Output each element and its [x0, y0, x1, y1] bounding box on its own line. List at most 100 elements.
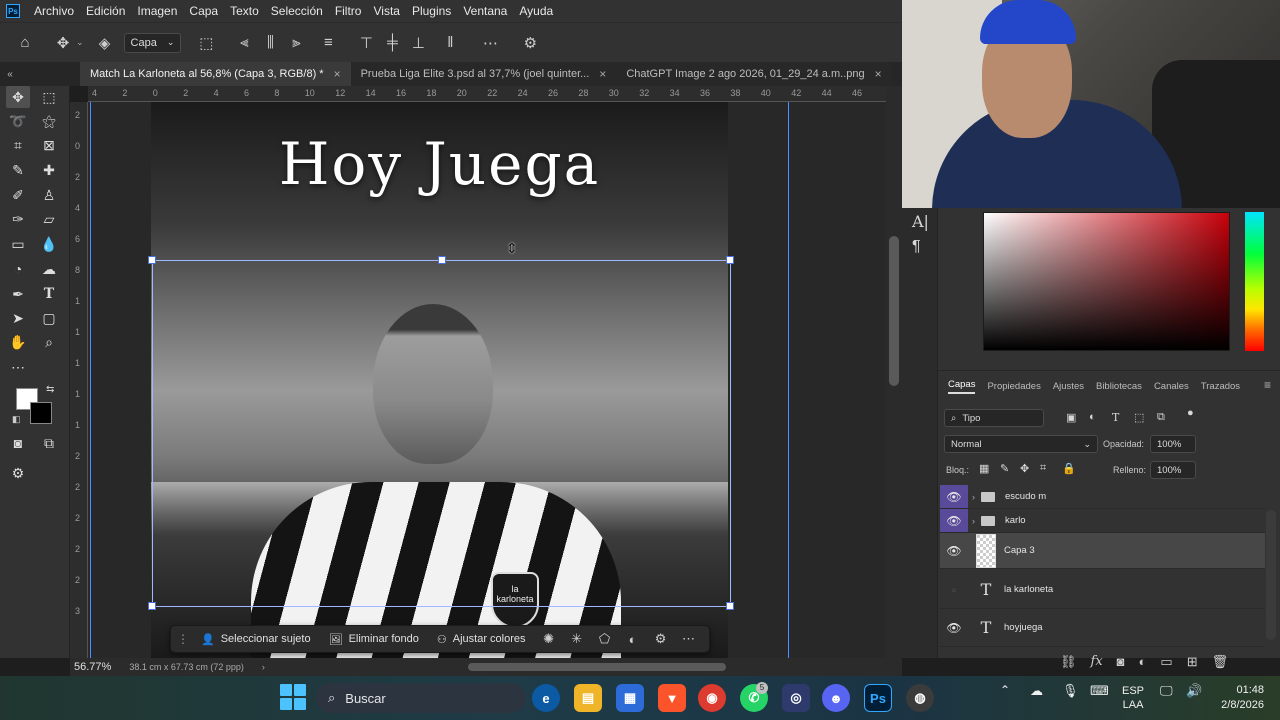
photoshop-taskbar-icon[interactable]: Ps: [864, 684, 892, 712]
menu-imagen[interactable]: Imagen: [131, 4, 183, 18]
menu-plugins[interactable]: Plugins: [406, 4, 457, 18]
more-options-icon[interactable]: ⋯: [678, 631, 700, 647]
hand-tool-icon[interactable]: ✋: [6, 331, 30, 353]
new-group-icon[interactable]: ▭: [1160, 654, 1172, 670]
menu-texto[interactable]: Texto: [224, 4, 265, 18]
distribute-icon[interactable]: ≡: [315, 34, 341, 51]
link-layers-icon[interactable]: ⛓: [1060, 654, 1077, 670]
microphone-icon[interactable]: 🎙: [1062, 683, 1079, 699]
gear-icon[interactable]: ⚙: [517, 34, 543, 52]
taskbar-search-box[interactable]: ⌕ Buscar: [316, 683, 526, 713]
layer-name[interactable]: Capa 3: [1004, 545, 1035, 556]
blur-tool-icon[interactable]: 💧: [37, 233, 61, 255]
add-mask-icon[interactable]: ◙: [1117, 654, 1125, 670]
menu-ventana[interactable]: Ventana: [457, 4, 513, 18]
menu-filtro[interactable]: Filtro: [329, 4, 368, 18]
close-icon[interactable]: ×: [875, 67, 882, 81]
layer-name[interactable]: la karloneta: [1004, 584, 1053, 595]
pen-tool-icon[interactable]: ✒: [6, 283, 30, 305]
adjust-colors-button[interactable]: ⚇ Ajustar colores: [431, 628, 532, 650]
menu-archivo[interactable]: Archivo: [28, 4, 80, 18]
align-vcenter-icon[interactable]: ╪: [379, 34, 405, 51]
home-icon[interactable]: ⌂: [12, 34, 38, 51]
filter-pixel-icon[interactable]: ▣: [1066, 411, 1076, 424]
canvas-vertical-scrollbar[interactable]: [886, 86, 902, 658]
canvas-horizontal-scrollbar[interactable]: [350, 660, 880, 674]
close-icon[interactable]: ×: [334, 67, 341, 81]
move-tool-icon[interactable]: ✥: [6, 86, 30, 108]
transform-controls-icon[interactable]: ⬚: [193, 34, 219, 52]
file-explorer-icon[interactable]: ▤: [574, 684, 602, 712]
eraser-tool-icon[interactable]: ▱: [37, 208, 61, 230]
history-brush-tool-icon[interactable]: ✑: [6, 208, 30, 230]
canvas-workspace[interactable]: Hoy Juega la karloneta ⇕ ⋮ 👤 Seleccionar…: [88, 102, 886, 658]
keyboard-icon[interactable]: ⌨: [1090, 683, 1109, 699]
paragraph-panel-icon[interactable]: ¶: [912, 238, 921, 256]
edge-browser-icon[interactable]: e: [532, 684, 560, 712]
visibility-eye-icon[interactable]: 👁: [940, 485, 968, 508]
tab-capas[interactable]: Capas: [948, 379, 976, 394]
layers-scrollbar[interactable]: [1266, 510, 1276, 640]
lock-position-icon[interactable]: ✥: [1020, 462, 1029, 475]
smudge-tool-icon[interactable]: ☁: [37, 258, 61, 280]
align-bottom-icon[interactable]: ⊥: [405, 34, 431, 52]
menu-edicion[interactable]: Edición: [80, 4, 131, 18]
tab-canales[interactable]: Canales: [1154, 381, 1189, 392]
gradient-tool-icon[interactable]: ▭: [6, 233, 30, 255]
tray-chevron-up-icon[interactable]: ⌃: [1000, 683, 1010, 697]
tab-ajustes[interactable]: Ajustes: [1053, 381, 1084, 392]
swap-colors-icon[interactable]: ⇆: [46, 384, 54, 395]
scrollbar-thumb[interactable]: [889, 236, 899, 386]
brave-browser-icon[interactable]: ▼: [658, 684, 686, 712]
transform-handle-top-left[interactable]: [148, 256, 156, 264]
chevron-right-icon[interactable]: ›: [262, 662, 265, 672]
layer-name[interactable]: hoyjuega: [1004, 622, 1043, 633]
remove-background-button[interactable]: 🖼 Eliminar fondo: [323, 628, 425, 650]
chevron-down-icon[interactable]: ⌄: [76, 37, 84, 48]
frame-tool-icon[interactable]: ⊠: [37, 134, 61, 156]
sparkle-icon[interactable]: ✳: [566, 631, 588, 647]
layer-row-escudo-m[interactable]: 👁 › escudo m: [940, 485, 1265, 509]
layer-row-karlo[interactable]: 👁 › karlo: [940, 509, 1265, 533]
filter-type-icon[interactable]: T: [1112, 411, 1119, 424]
fx-icon[interactable]: fx: [1091, 654, 1103, 670]
adjustment-layer-icon[interactable]: ◐: [1139, 654, 1147, 670]
rectangle-tool-icon[interactable]: ▢: [37, 307, 61, 329]
brush-tool-icon[interactable]: ✐: [6, 184, 30, 206]
guide-line[interactable]: [90, 102, 91, 658]
layer-row-capa-3[interactable]: 👁 Capa 3: [940, 533, 1265, 569]
opacity-input[interactable]: 100%: [1150, 435, 1196, 453]
transform-handle-top[interactable]: [438, 256, 446, 264]
layer-filter-dropdown[interactable]: ⌕ Tipo: [944, 409, 1044, 427]
fill-input[interactable]: 100%: [1150, 461, 1196, 479]
scrollbar-thumb[interactable]: [468, 663, 726, 671]
visibility-eye-icon[interactable]: 👁: [940, 621, 968, 635]
lasso-tool-icon[interactable]: ➰: [6, 110, 30, 132]
magic-select-icon[interactable]: ✺: [538, 631, 560, 647]
layer-name[interactable]: escudo m: [1005, 491, 1046, 502]
distribute-vertical-icon[interactable]: ‖: [437, 34, 463, 51]
dodge-tool-icon[interactable]: ◔: [6, 258, 30, 280]
lock-artboard-icon[interactable]: ⌗: [1040, 462, 1046, 475]
transform-handle-bottom-right[interactable]: [726, 602, 734, 610]
menu-seleccion[interactable]: Selección: [265, 4, 329, 18]
visibility-off-icon[interactable]: ▫: [940, 583, 968, 597]
tab-propiedades[interactable]: Propiedades: [987, 381, 1040, 392]
crop-tool-icon[interactable]: ⌗: [6, 134, 30, 156]
delete-layer-icon[interactable]: 🗑: [1212, 654, 1229, 670]
more-tools-icon[interactable]: ⋯: [6, 356, 30, 378]
zoom-tool-icon[interactable]: ⌕: [37, 331, 61, 353]
character-panel-icon[interactable]: A|: [912, 212, 929, 231]
hue-slider[interactable]: [1245, 212, 1264, 351]
auto-select-icon[interactable]: ◈: [92, 34, 118, 52]
lock-transparency-icon[interactable]: ▦: [979, 462, 989, 475]
collapse-panels-icon[interactable]: «: [0, 69, 20, 80]
tab-bibliotecas[interactable]: Bibliotecas: [1096, 381, 1142, 392]
tray-app-icon[interactable]: ☁: [1030, 683, 1043, 699]
chrome-browser-icon[interactable]: ◉: [698, 684, 726, 712]
magic-wand-tool-icon[interactable]: ⚝: [37, 110, 61, 132]
network-icon[interactable]: 🖵: [1160, 683, 1173, 699]
align-hcenter-icon[interactable]: ⫼: [257, 34, 283, 51]
color-picker-field[interactable]: [983, 212, 1230, 351]
lock-all-icon[interactable]: 🔒: [1062, 462, 1076, 475]
